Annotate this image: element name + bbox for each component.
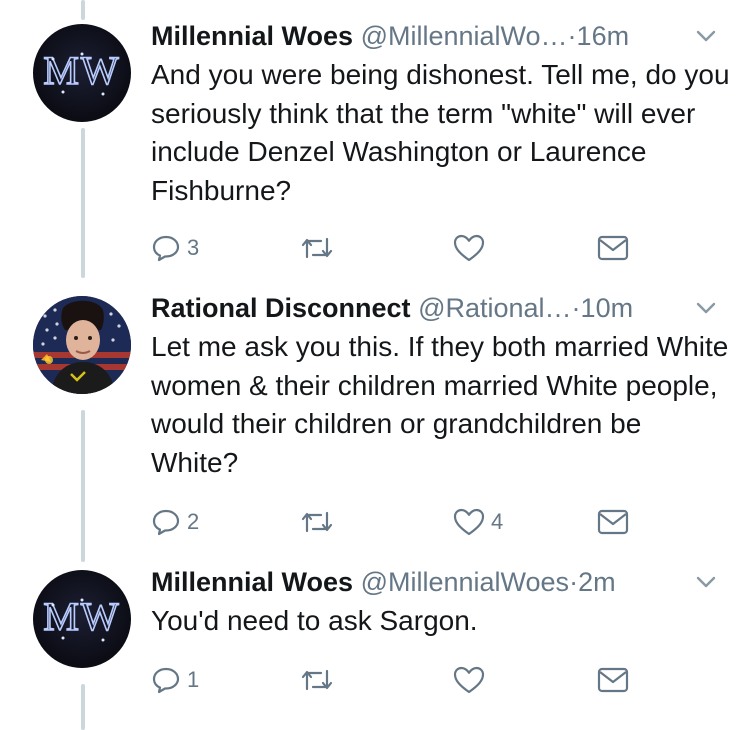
separator: · bbox=[571, 293, 581, 323]
reply-count: 2 bbox=[187, 509, 200, 534]
heart-icon bbox=[453, 234, 485, 262]
author-name[interactable]: Rational Disconnect bbox=[151, 293, 411, 323]
retweet-button[interactable] bbox=[299, 662, 335, 698]
tweet[interactable]: MW Millennial Woes @MillennialWo…·16m An… bbox=[0, 18, 750, 270]
tweet[interactable]: Rational Disconnect @Rational…·10m Let m… bbox=[0, 290, 750, 544]
retweet-button[interactable] bbox=[299, 230, 335, 266]
retweet-icon bbox=[301, 669, 333, 691]
chevron-down-icon[interactable] bbox=[696, 300, 716, 316]
author-handle[interactable]: @Rational… bbox=[418, 293, 571, 323]
envelope-icon bbox=[597, 235, 629, 261]
reply-button[interactable]: 3 bbox=[151, 230, 199, 266]
message-button[interactable] bbox=[597, 662, 629, 698]
like-button[interactable] bbox=[453, 230, 485, 266]
author-handle[interactable]: @MillennialWoes bbox=[361, 567, 570, 597]
reply-count: 3 bbox=[187, 235, 200, 260]
author-name[interactable]: Millennial Woes bbox=[151, 21, 353, 51]
avatar[interactable]: MW bbox=[33, 570, 131, 668]
avatar[interactable] bbox=[33, 296, 131, 394]
retweet-button[interactable] bbox=[299, 504, 335, 540]
mw-logo-icon: MW bbox=[43, 47, 119, 96]
reply-count: 1 bbox=[187, 667, 200, 692]
envelope-icon bbox=[597, 509, 629, 535]
chevron-down-icon[interactable] bbox=[696, 574, 716, 590]
retweet-icon bbox=[301, 237, 333, 259]
envelope-icon bbox=[597, 667, 629, 693]
thread-line bbox=[81, 0, 85, 20]
retweet-icon bbox=[301, 511, 333, 533]
timestamp[interactable]: 2m bbox=[578, 567, 616, 597]
tweet-header: Rational Disconnect @Rational…·10m bbox=[151, 290, 633, 326]
tweet-text: Let me ask you this. If they both marrie… bbox=[151, 331, 729, 478]
tweet-header: Millennial Woes @MillennialWo…·16m bbox=[151, 18, 629, 54]
heart-icon bbox=[453, 508, 485, 536]
author-handle[interactable]: @MillennialWo… bbox=[361, 21, 568, 51]
reply-button[interactable]: 1 bbox=[151, 662, 199, 698]
mw-logo-icon: MW bbox=[43, 593, 119, 642]
avatar[interactable]: MW bbox=[33, 24, 131, 122]
chevron-down-icon[interactable] bbox=[696, 28, 716, 44]
separator: · bbox=[569, 567, 579, 597]
tweet-actions: 2 4 bbox=[151, 504, 651, 540]
separator: · bbox=[567, 21, 577, 51]
reply-icon bbox=[152, 509, 180, 536]
tweet-actions: 3 bbox=[151, 230, 651, 266]
like-button[interactable] bbox=[453, 662, 485, 698]
like-button[interactable]: 4 bbox=[453, 504, 503, 540]
tweet[interactable]: MW Millennial Woes @MillennialWoes·2m Yo… bbox=[0, 564, 750, 714]
reply-icon bbox=[152, 235, 180, 262]
reply-icon bbox=[152, 667, 180, 694]
tweet-header: Millennial Woes @MillennialWoes·2m bbox=[151, 564, 616, 600]
timestamp[interactable]: 10m bbox=[581, 293, 634, 323]
timestamp[interactable]: 16m bbox=[577, 21, 630, 51]
tweet-actions: 1 bbox=[151, 662, 651, 698]
reply-button[interactable]: 2 bbox=[151, 504, 199, 540]
tweet-text: You'd need to ask Sargon. bbox=[151, 605, 478, 636]
author-name[interactable]: Millennial Woes bbox=[151, 567, 353, 597]
profile-photo bbox=[33, 296, 131, 394]
message-button[interactable] bbox=[597, 504, 629, 540]
tweet-text: And you were being dishonest. Tell me, d… bbox=[151, 59, 730, 206]
like-count: 4 bbox=[491, 509, 504, 534]
message-button[interactable] bbox=[597, 230, 629, 266]
heart-icon bbox=[453, 666, 485, 694]
